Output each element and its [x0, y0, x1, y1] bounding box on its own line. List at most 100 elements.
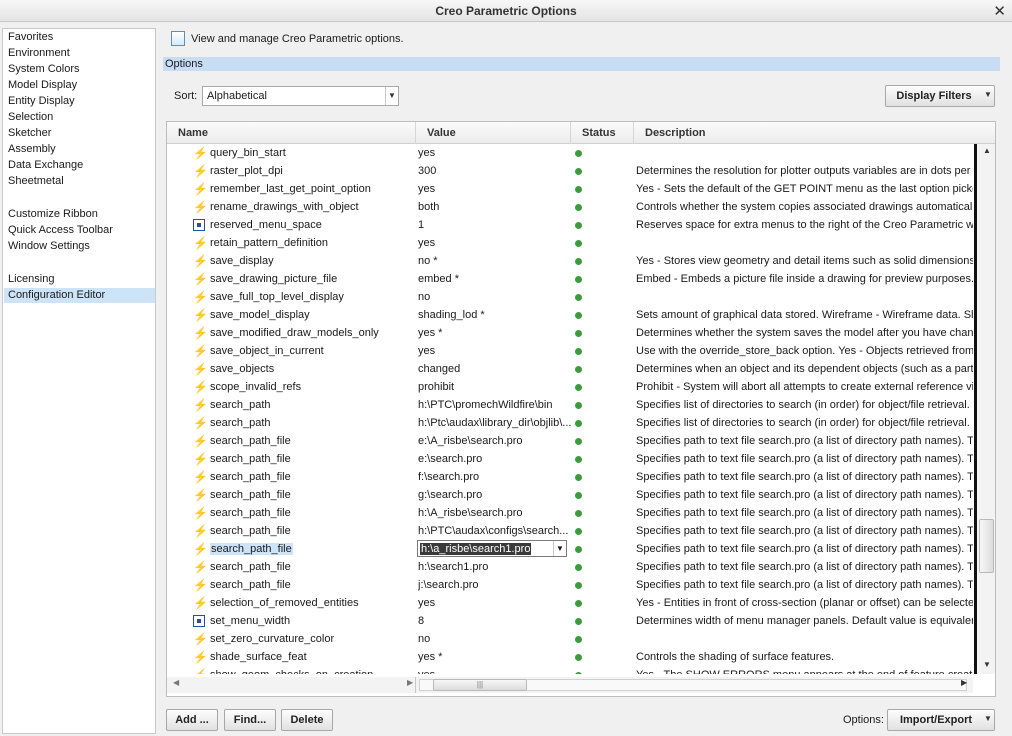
- scroll-up-icon[interactable]: ▲: [980, 146, 994, 158]
- option-value[interactable]: 300: [418, 162, 572, 180]
- nav-item-data-exchange[interactable]: Data Exchange: [4, 158, 155, 173]
- option-value[interactable]: shading_lod *: [418, 306, 572, 324]
- option-description: Specifies path to text file search.pro (…: [636, 507, 973, 519]
- scroll-right-end-icon[interactable]: ▶: [961, 678, 967, 687]
- nav-item-window-settings[interactable]: Window Settings: [4, 239, 155, 254]
- table-row[interactable]: ⚡ save_drawing_picture_file embed * Embed -…: [167, 270, 973, 288]
- option-value-combobox[interactable]: h:\a_risbe\search1.pro ▼: [417, 540, 567, 557]
- chevron-down-icon[interactable]: ▼: [553, 541, 566, 556]
- table-row[interactable]: ⚡ save_objects changed Determines when an o…: [167, 360, 973, 378]
- nav-item-assembly[interactable]: Assembly: [4, 142, 155, 157]
- table-row[interactable]: ⚡show_geom_checks_on_creation yes Yes - Th…: [167, 666, 973, 674]
- option-value[interactable]: changed: [418, 360, 572, 378]
- table-row[interactable]: ⚡ selection_of_removed_entities yes Yes - E…: [167, 594, 973, 612]
- option-value[interactable]: 8: [418, 612, 572, 630]
- table-row[interactable]: ⚡ save_full_top_level_display no: [167, 288, 973, 306]
- table-row[interactable]: set_menu_width 8 Determines width of menu …: [167, 612, 973, 630]
- sort-select[interactable]: Alphabetical ▼: [202, 86, 399, 106]
- close-icon[interactable]: ✕: [993, 2, 1006, 20]
- option-value-input[interactable]: h:\a_risbe\search1.pro: [420, 543, 532, 555]
- column-header-value[interactable]: Value: [416, 122, 571, 144]
- option-value[interactable]: yes: [418, 180, 572, 198]
- nav-item-sheetmetal[interactable]: Sheetmetal: [4, 174, 155, 189]
- find-button[interactable]: Find...: [224, 709, 276, 731]
- table-row[interactable]: ⚡ search_path_file e:\A_risbe\search.pro Sp…: [167, 432, 973, 450]
- table-row[interactable]: ⚡ save_modified_draw_models_only yes * Dete…: [167, 324, 973, 342]
- option-value[interactable]: yes: [418, 594, 572, 612]
- table-row[interactable]: ⚡ rename_drawings_with_object both Controls…: [167, 198, 973, 216]
- table-row[interactable]: ⚡ remember_last_get_point_option yes Yes - …: [167, 180, 973, 198]
- option-value[interactable]: both: [418, 198, 572, 216]
- option-value[interactable]: h:\search1.pro: [418, 558, 572, 576]
- table-row[interactable]: ⚡ search_path_file j:\search.pro Specifies …: [167, 576, 973, 594]
- column-header-name[interactable]: Name: [167, 122, 416, 144]
- horizontal-scroll-thumb[interactable]: |||: [433, 679, 527, 691]
- table-row[interactable]: ⚡ search_path_file h:\PTC\audax\configs\se…: [167, 522, 973, 540]
- nav-item-system-colors[interactable]: System Colors: [4, 62, 155, 77]
- option-name-cell: shade_surface_feat: [210, 648, 415, 666]
- option-value[interactable]: yes: [418, 666, 572, 674]
- horizontal-scrollbar[interactable]: ◀ ▶ ||| ▶: [167, 677, 973, 693]
- table-row[interactable]: ⚡ save_model_display shading_lod * Sets amo…: [167, 306, 973, 324]
- option-value[interactable]: prohibit: [418, 378, 572, 396]
- option-value[interactable]: e:\search.pro: [418, 450, 572, 468]
- nav-item-favorites[interactable]: Favorites: [4, 30, 155, 45]
- vertical-scroll-thumb[interactable]: [979, 519, 994, 573]
- option-value[interactable]: e:\A_risbe\search.pro: [418, 432, 572, 450]
- nav-item-entity-display[interactable]: Entity Display: [4, 94, 155, 109]
- table-row[interactable]: ⚡ search_path_file h:\A_risbe\search.pro Sp…: [167, 504, 973, 522]
- table-row[interactable]: ⚡ retain_pattern_definition yes: [167, 234, 973, 252]
- table-row[interactable]: ⚡ search_path h:\PTC\promechWildfire\bin Sp…: [167, 396, 973, 414]
- option-value[interactable]: no: [418, 288, 572, 306]
- table-row[interactable]: ⚡ search_path_file h:\search1.pro Specifies…: [167, 558, 973, 576]
- table-row[interactable]: ⚡ query_bin_start yes: [167, 144, 973, 162]
- nav-item-selection[interactable]: Selection: [4, 110, 155, 125]
- table-row[interactable]: ⚡ save_display no * Yes - Stores view geome…: [167, 252, 973, 270]
- option-value[interactable]: f:\search.pro: [418, 468, 572, 486]
- option-value[interactable]: 1: [418, 216, 572, 234]
- table-row[interactable]: ⚡ search_path h:\Ptc\audax\library_dir\obj…: [167, 414, 973, 432]
- scroll-right-icon[interactable]: ▶: [407, 678, 413, 687]
- option-value[interactable]: h:\PTC\audax\configs\search...: [418, 522, 572, 540]
- option-value[interactable]: h:\Ptc\audax\library_dir\objlib\...: [418, 414, 572, 432]
- scroll-left-icon[interactable]: ◀: [173, 678, 179, 687]
- option-value[interactable]: yes *: [418, 324, 572, 342]
- table-row[interactable]: ⚡ shade_surface_feat yes * Controls the sha…: [167, 648, 973, 666]
- option-value[interactable]: yes: [418, 342, 572, 360]
- table-row[interactable]: ⚡ save_object_in_current yes Use with the o…: [167, 342, 973, 360]
- table-row[interactable]: ⚡ set_zero_curvature_color no: [167, 630, 973, 648]
- vertical-scrollbar[interactable]: ▲ ▼: [974, 144, 995, 674]
- option-value[interactable]: h:\PTC\promechWildfire\bin: [418, 396, 572, 414]
- table-row[interactable]: ⚡ scope_invalid_refs prohibit Prohibit - Sy…: [167, 378, 973, 396]
- column-header-status[interactable]: Status: [571, 122, 634, 144]
- table-row[interactable]: ⚡ search_path_file f:\search.pro Specifies …: [167, 468, 973, 486]
- option-value[interactable]: no: [418, 630, 572, 648]
- delete-button[interactable]: Delete: [281, 709, 333, 731]
- scroll-down-icon[interactable]: ▼: [980, 660, 994, 672]
- add-button[interactable]: Add ...: [166, 709, 218, 731]
- option-value[interactable]: yes: [418, 234, 572, 252]
- nav-item-model-display[interactable]: Model Display: [4, 78, 155, 93]
- nav-item-configuration-editor[interactable]: Configuration Editor: [4, 288, 155, 303]
- status-cell: [571, 324, 587, 342]
- table-row[interactable]: ⚡ raster_plot_dpi 300 Determines the resolu…: [167, 162, 973, 180]
- nav-item-environment[interactable]: Environment: [4, 46, 155, 61]
- option-value[interactable]: g:\search.pro: [418, 486, 572, 504]
- nav-item-sketcher[interactable]: Sketcher: [4, 126, 155, 141]
- column-header-description[interactable]: Description: [634, 122, 974, 144]
- table-row[interactable]: ⚡ search_path_file g:\search.pro Specifies …: [167, 486, 973, 504]
- table-row[interactable]: reserved_menu_space 1 Reserves space for e…: [167, 216, 973, 234]
- nav-item-licensing[interactable]: Licensing: [4, 272, 155, 287]
- nav-item-customize-ribbon[interactable]: Customize Ribbon: [4, 207, 155, 222]
- display-filters-button[interactable]: Display Filters ▼: [885, 85, 995, 107]
- option-value[interactable]: no *: [418, 252, 572, 270]
- nav-item-quick-access-toolbar[interactable]: Quick Access Toolbar: [4, 223, 155, 238]
- table-row[interactable]: ⚡ search_path_file e:\search.pro Specifies …: [167, 450, 973, 468]
- option-value[interactable]: h:\A_risbe\search.pro: [418, 504, 572, 522]
- table-row[interactable]: ⚡ search_path_file h:\a_risbe\search1.pro ▼…: [167, 540, 973, 558]
- option-value[interactable]: yes: [418, 144, 572, 162]
- option-value[interactable]: embed *: [418, 270, 572, 288]
- import-export-button[interactable]: Import/Export ▼: [887, 709, 995, 731]
- option-value[interactable]: j:\search.pro: [418, 576, 572, 594]
- option-value[interactable]: yes *: [418, 648, 572, 666]
